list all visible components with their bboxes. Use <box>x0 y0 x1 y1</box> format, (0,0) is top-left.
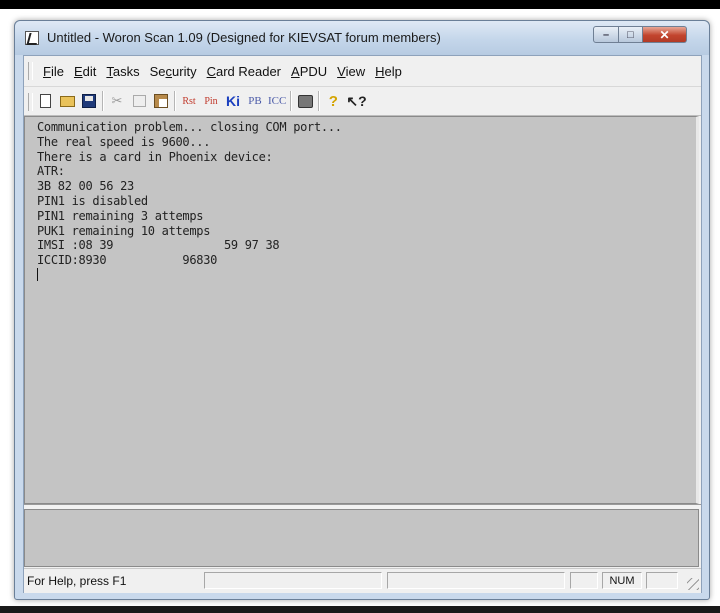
terminal-line: The real speed is 9600... <box>37 134 211 149</box>
context-help-button[interactable]: ↖? <box>346 91 366 111</box>
menu-items: File Edit Tasks Security Card Reader APDU View… <box>38 56 407 86</box>
menu-label-part: urity <box>172 63 197 79</box>
menu-item-file[interactable]: File <box>38 64 69 79</box>
menu-accelerator-key: E <box>73 63 83 79</box>
menu-accelerator-key: A <box>291 63 300 79</box>
menu-item-help[interactable]: Help <box>370 64 407 79</box>
paste-icon <box>154 94 168 108</box>
terminal-line: PIN1 remaining 3 attemps <box>37 208 204 223</box>
reset-card-button[interactable]: Rst <box>180 91 198 111</box>
terminal-line: ICCID:8930 96830 <box>37 253 218 268</box>
terminal-line: Communication problem... closing COM por… <box>37 120 342 134</box>
menu-label-part: ard Reader <box>215 63 282 79</box>
print-button[interactable] <box>296 91 314 111</box>
terminal-line: PIN1 is disabled <box>37 193 148 208</box>
about-icon: ? <box>328 92 338 110</box>
menu-label-part: PDU <box>299 63 328 79</box>
toolbar-separator <box>318 91 321 111</box>
menu-item-tasks[interactable]: Tasks <box>101 64 144 79</box>
terminal-line: ATR: <box>37 164 65 179</box>
print-icon <box>297 94 313 108</box>
menu-accelerator-key: V <box>337 63 346 79</box>
status-panel-2 <box>387 572 565 589</box>
minimize-icon: – <box>602 28 610 41</box>
toolbar-separator <box>174 91 176 111</box>
toolbar-separator <box>102 91 104 111</box>
terminal-line: IMSI :08 39 59 97 38 <box>37 238 280 253</box>
close-icon: ✕ <box>659 27 670 42</box>
menu-bar: File Edit Tasks Security Card Reader APDU View… <box>24 56 701 87</box>
save-icon <box>82 94 96 108</box>
save-button[interactable] <box>80 91 98 111</box>
toolbar-separator <box>290 91 293 111</box>
open-folder-icon <box>59 95 75 107</box>
screen-bottom-edge <box>0 606 720 613</box>
menu-item-card-reader[interactable]: Card Reader <box>202 64 286 79</box>
terminal-line: 3B 82 00 56 23 <box>37 179 134 194</box>
copy-button[interactable] <box>130 91 148 111</box>
menu-label-part: iew <box>345 63 366 79</box>
menu-item-apdu[interactable]: APDU <box>286 64 332 79</box>
menu-item-view[interactable]: View <box>332 64 370 79</box>
num-lock-indicator: NUM <box>602 572 642 589</box>
minimize-button[interactable]: – <box>593 26 619 43</box>
context-help-icon: ↖? <box>346 92 367 109</box>
toolbar-grip[interactable] <box>28 93 33 111</box>
screen-top-edge <box>0 0 720 9</box>
app-icon[interactable] <box>25 31 39 45</box>
resize-grip[interactable] <box>687 578 699 590</box>
window-controls: – □ ✕ <box>593 26 687 44</box>
status-panel-1 <box>204 572 382 589</box>
terminal-line: PUK1 remaining 10 attemps <box>37 223 211 238</box>
client-area: File Edit Tasks Security Card Reader APDU View… <box>23 55 702 593</box>
menu-accelerator-key: C <box>206 63 216 79</box>
menubar-grip[interactable] <box>28 62 33 80</box>
app-window: Untitled - Woron Scan 1.09 (Designed for… <box>14 20 710 600</box>
menu-label-part: elp <box>384 63 402 79</box>
maximize-button[interactable]: □ <box>619 26 643 43</box>
open-button[interactable] <box>58 91 76 111</box>
terminal-line: There is a card in Phoenix device: <box>37 149 273 164</box>
title-bar[interactable]: Untitled - Woron Scan 1.09 (Designed for… <box>15 21 709 55</box>
status-panel-3 <box>570 572 598 589</box>
pin-button[interactable]: Pin <box>202 91 220 111</box>
phonebook-button[interactable]: PB <box>246 91 264 111</box>
new-file-icon <box>39 94 51 108</box>
status-bar: For Help, press F1 NUM <box>24 568 701 593</box>
ki-button[interactable]: Ki <box>224 91 242 111</box>
paste-button[interactable] <box>152 91 170 111</box>
text-cursor <box>37 268 38 281</box>
menu-label-part: asks <box>112 63 140 79</box>
about-button[interactable]: ? <box>324 91 342 111</box>
toolbar-items: ✂ Rst Pin Ki PB ICC ? ↖? <box>36 90 371 112</box>
menu-item-edit[interactable]: Edit <box>69 64 101 79</box>
status-help-text: For Help, press F1 <box>27 574 127 588</box>
window-title: Untitled - Woron Scan 1.09 (Designed for… <box>47 30 441 45</box>
terminal-output[interactable]: Communication problem... closing COM por… <box>24 116 699 504</box>
copy-icon <box>132 95 146 107</box>
menu-label-part: Se <box>149 63 166 79</box>
close-button[interactable]: ✕ <box>643 26 687 43</box>
menu-label-part: ile <box>50 63 64 79</box>
cut-icon: ✂ <box>111 93 123 108</box>
cut-button[interactable]: ✂ <box>108 91 126 111</box>
toolbar: ✂ Rst Pin Ki PB ICC ? ↖? <box>24 87 701 116</box>
terminal-lines: Communication problem... closing COM por… <box>37 120 342 268</box>
lower-output-pane[interactable] <box>24 509 699 567</box>
maximize-icon: □ <box>627 28 634 41</box>
menu-label-part: dit <box>82 63 97 79</box>
menu-item-security[interactable]: Security <box>145 64 202 79</box>
new-button[interactable] <box>36 91 54 111</box>
menu-accelerator-key: F <box>43 63 51 79</box>
iccid-button[interactable]: ICC <box>268 91 286 111</box>
status-panel-5 <box>646 572 678 589</box>
